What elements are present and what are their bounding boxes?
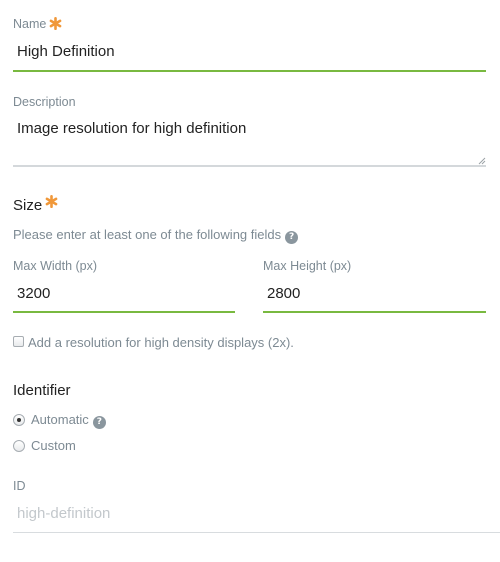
max-width-label: Max Width (px)	[13, 259, 98, 273]
question-mark-icon[interactable]: ?	[92, 416, 106, 429]
id-label: ID	[13, 479, 26, 493]
max-height-input[interactable]: 2800	[267, 284, 300, 304]
max-width-input[interactable]: 3200	[17, 284, 50, 304]
high-density-checkbox-label[interactable]: Add a resolution for high density displa…	[28, 335, 294, 351]
size-section-title: Size	[13, 195, 58, 216]
name-label: Name	[13, 16, 62, 32]
description-textarea-value: Image resolution for high definition	[17, 120, 247, 137]
description-underline	[13, 165, 486, 167]
description-textarea[interactable]: Image resolution for high definition	[17, 119, 246, 139]
id-input-placeholder: high-definition	[17, 505, 111, 522]
name-input[interactable]: High Definition	[17, 42, 115, 62]
size-title-text: Size	[13, 197, 43, 214]
name-input-underline	[13, 70, 486, 72]
max-height-value: 2800	[267, 285, 301, 302]
size-hint: Please enter at least one of the followi…	[13, 227, 299, 244]
description-label: Description	[13, 95, 76, 109]
radio-automatic-text: Automatic	[31, 412, 89, 427]
max-height-label: Max Height (px)	[263, 259, 352, 273]
asterisk-icon	[45, 195, 58, 208]
question-mark-icon[interactable]: ?	[285, 231, 299, 244]
identifier-section-title: Identifier	[13, 382, 71, 399]
radio-automatic[interactable]	[13, 414, 25, 426]
max-height-underline	[263, 311, 486, 313]
name-label-text: Name	[13, 17, 47, 31]
radio-automatic-label[interactable]: Automatic?	[31, 412, 106, 429]
max-width-value: 3200	[17, 285, 51, 302]
id-input[interactable]: high-definition	[17, 504, 110, 524]
size-hint-text: Please enter at least one of the followi…	[13, 227, 282, 242]
resize-grip-icon[interactable]	[478, 157, 486, 165]
name-input-value: High Definition	[17, 43, 115, 60]
radio-custom-label[interactable]: Custom	[31, 438, 76, 454]
asterisk-icon	[49, 17, 62, 30]
high-density-checkbox[interactable]	[13, 336, 24, 347]
id-input-underline	[13, 532, 500, 533]
radio-custom[interactable]	[13, 440, 25, 452]
max-width-underline	[13, 311, 235, 313]
